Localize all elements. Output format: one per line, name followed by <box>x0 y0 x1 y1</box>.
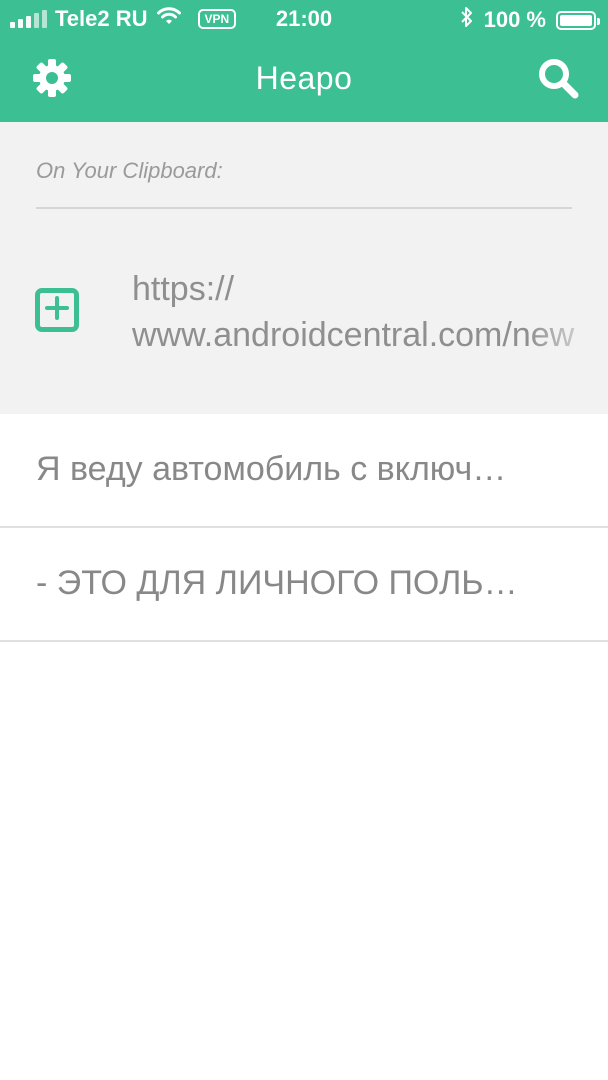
list-item-text: - ЭТО ДЛЯ ЛИЧНОГО ПОЛЬ… <box>36 564 518 602</box>
status-bar: Tele2 RU VPN 21:00 100 % <box>0 0 608 40</box>
clipboard-content[interactable]: https:// www.androidcentral.com/new <box>132 266 608 358</box>
gear-icon <box>30 56 74 105</box>
battery-icon <box>556 10 600 30</box>
search-icon <box>536 56 580 105</box>
settings-button[interactable] <box>30 58 74 102</box>
vpn-badge: VPN <box>197 9 237 29</box>
list-item[interactable]: Я веду автомобиль с включ… <box>0 414 608 528</box>
add-clipboard-button[interactable] <box>35 288 79 332</box>
clipboard-section: On Your Clipboard: https:// www.androidc… <box>0 122 608 414</box>
signal-strength-icon <box>10 10 47 28</box>
clipboard-label: On Your Clipboard: <box>36 158 223 183</box>
list-item-text: Я веду автомобиль с включ… <box>36 450 507 488</box>
wifi-icon <box>156 6 182 32</box>
battery-level <box>560 14 592 26</box>
status-right: 100 % <box>460 6 600 34</box>
saved-items-list: Я веду автомобиль с включ… - ЭТО ДЛЯ ЛИЧ… <box>0 414 608 642</box>
search-button[interactable] <box>536 58 580 102</box>
app-header: Tele2 RU VPN 21:00 100 % Неаро <box>0 0 608 122</box>
clipboard-url-line-1: https:// <box>132 270 235 308</box>
clipboard-url-line-2: www.androidcentral.com/new <box>132 316 575 354</box>
carrier-name: Tele2 RU <box>55 6 148 31</box>
plus-icon <box>44 295 70 326</box>
status-time: 21:00 <box>275 6 333 31</box>
bluetooth-icon <box>460 6 474 34</box>
battery-percentage: 100 % <box>483 7 546 32</box>
navigation-bar: Неаро <box>0 40 608 122</box>
list-item[interactable]: - ЭТО ДЛЯ ЛИЧНОГО ПОЛЬ… <box>0 528 608 642</box>
clipboard-divider <box>36 207 572 209</box>
status-left: Tele2 RU VPN <box>10 6 237 32</box>
page-title: Неаро <box>255 60 353 96</box>
